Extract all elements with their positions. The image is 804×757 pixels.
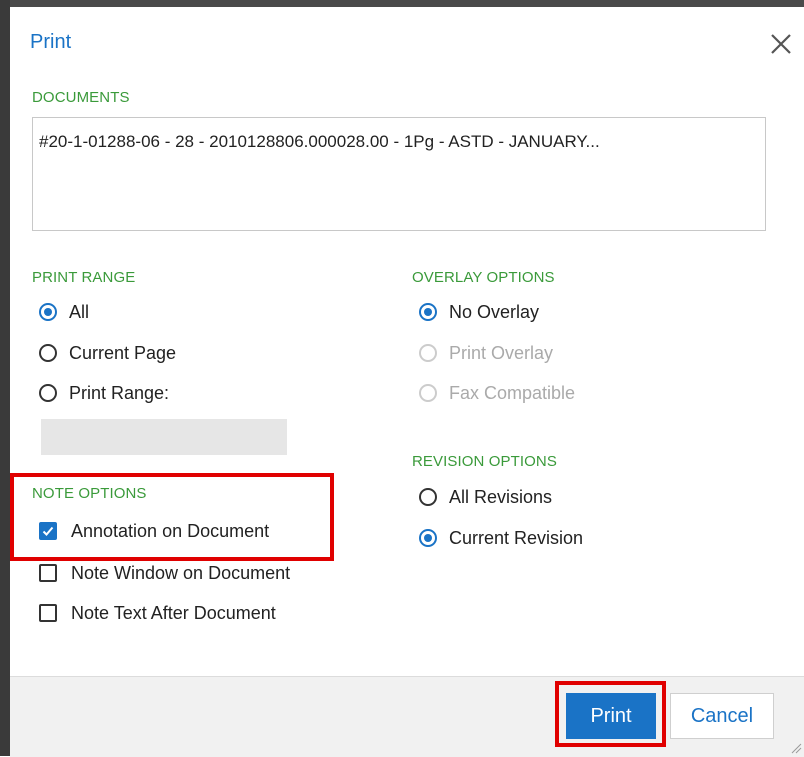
- option-label: All Revisions: [449, 486, 553, 507]
- radio-unchecked-icon[interactable]: [39, 384, 57, 402]
- close-icon: [771, 34, 791, 54]
- option-label: All: [69, 301, 90, 322]
- radio-unchecked-icon[interactable]: [39, 344, 57, 362]
- checkbox-unchecked-icon[interactable]: [39, 604, 57, 622]
- print-range-label: PRINT RANGE: [32, 269, 136, 286]
- option-label: Fax Compatible: [449, 382, 576, 403]
- radio-unchecked-icon[interactable]: [419, 488, 437, 506]
- radio-checked-icon[interactable]: [39, 303, 57, 321]
- dialog-footer: Print Cancel: [10, 676, 804, 757]
- revision-options-label: REVISION OPTIONS: [412, 453, 557, 470]
- print-range-custom-option[interactable]: Print Range:: [39, 380, 169, 406]
- print-dialog: Print DOCUMENTS #20-1-01288-06 - 28 - 20…: [10, 7, 804, 757]
- checkbox-unchecked-icon[interactable]: [39, 564, 57, 582]
- window-edge-top: [0, 0, 804, 7]
- print-range-all-option[interactable]: All: [39, 299, 89, 325]
- option-label: Note Text After Document: [71, 602, 276, 623]
- option-label: Current Revision: [449, 527, 584, 548]
- dialog-title: Print: [30, 31, 72, 53]
- print-range-current-page-option[interactable]: Current Page: [39, 340, 176, 366]
- documents-label: DOCUMENTS: [32, 89, 130, 106]
- print-range-input[interactable]: [41, 419, 287, 455]
- option-label: Print Range:: [69, 382, 170, 403]
- note-text-after-option[interactable]: Note Text After Document: [39, 600, 276, 626]
- radio-disabled-icon: [419, 384, 437, 402]
- window-edge-left: [0, 0, 10, 756]
- overlay-none-option[interactable]: No Overlay: [419, 299, 539, 325]
- overlay-fax-option: Fax Compatible: [419, 380, 575, 406]
- option-label: Print Overlay: [449, 342, 554, 363]
- cancel-button[interactable]: Cancel: [670, 693, 774, 739]
- close-button[interactable]: [766, 29, 796, 59]
- radio-checked-icon[interactable]: [419, 529, 437, 547]
- note-options-highlight: [10, 473, 334, 561]
- screen: Print DOCUMENTS #20-1-01288-06 - 28 - 20…: [0, 0, 804, 757]
- option-label: No Overlay: [449, 301, 540, 322]
- resize-grip-icon[interactable]: [790, 742, 802, 754]
- radio-checked-icon[interactable]: [419, 303, 437, 321]
- overlay-options-label: OVERLAY OPTIONS: [412, 269, 555, 286]
- revision-all-option[interactable]: All Revisions: [419, 484, 552, 510]
- print-button-highlight: [555, 681, 666, 747]
- document-item[interactable]: #20-1-01288-06 - 28 - 2010128806.000028.…: [39, 132, 759, 152]
- overlay-print-option: Print Overlay: [419, 340, 553, 366]
- documents-list[interactable]: #20-1-01288-06 - 28 - 2010128806.000028.…: [32, 117, 766, 231]
- radio-disabled-icon: [419, 344, 437, 362]
- note-window-option[interactable]: Note Window on Document: [39, 560, 290, 586]
- revision-current-option[interactable]: Current Revision: [419, 525, 583, 551]
- option-label: Note Window on Document: [71, 562, 291, 583]
- option-label: Current Page: [69, 342, 177, 363]
